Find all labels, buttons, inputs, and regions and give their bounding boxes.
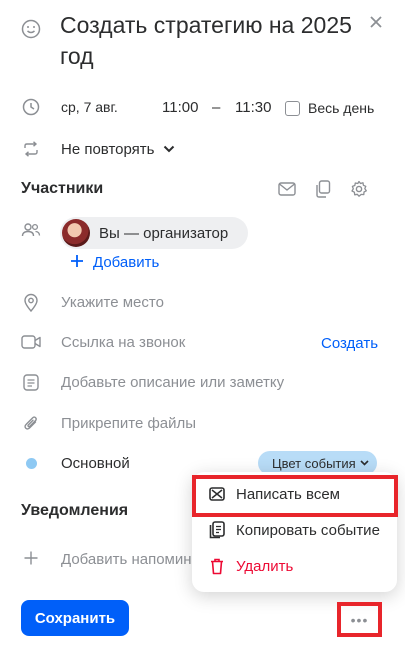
call-link-label: Ссылка на звонок — [61, 334, 186, 351]
mail-icon[interactable] — [277, 179, 297, 199]
menu-item-copy-event[interactable]: Копировать событие — [192, 512, 397, 548]
add-reminder-link[interactable]: Добавить напомин — [61, 551, 191, 568]
chevron-down-icon — [360, 458, 370, 468]
save-button[interactable]: Сохранить — [21, 600, 129, 636]
description-input[interactable]: Добавьте описание или заметку — [61, 374, 284, 391]
people-icon — [21, 221, 41, 239]
trash-icon — [208, 557, 226, 575]
avatar — [62, 219, 90, 247]
all-day-checkbox[interactable] — [285, 101, 300, 116]
calendar-color-dot — [26, 458, 37, 469]
event-date[interactable]: ср, 7 авг. — [61, 99, 118, 115]
menu-item-delete[interactable]: Удалить — [192, 548, 397, 584]
menu-item-label: Удалить — [236, 557, 294, 575]
clock-icon — [21, 97, 41, 117]
participants-heading: Участники — [21, 180, 104, 197]
chevron-down-icon[interactable] — [162, 142, 176, 156]
close-icon[interactable] — [364, 10, 388, 34]
event-title[interactable]: Создать стратегию на 2025 год — [60, 10, 360, 72]
emoji-icon[interactable] — [20, 18, 42, 40]
paperclip-icon — [22, 413, 40, 433]
repeat-select[interactable]: Не повторять — [61, 141, 154, 158]
time-separator: – — [212, 99, 221, 116]
video-camera-icon — [21, 334, 41, 350]
all-day-label: Весь день — [308, 100, 375, 116]
copy-document-icon — [208, 521, 226, 539]
gear-icon[interactable] — [349, 179, 369, 199]
copy-icon[interactable] — [313, 179, 333, 199]
note-icon — [22, 373, 40, 391]
plus-icon[interactable] — [23, 550, 39, 566]
repeat-icon — [21, 139, 41, 159]
highlight-box — [192, 475, 398, 517]
plus-icon[interactable] — [68, 252, 86, 270]
more-button[interactable]: ••• — [337, 602, 382, 637]
menu-item-label: Копировать событие — [236, 521, 380, 539]
more-dots-icon: ••• — [350, 611, 369, 628]
notifications-heading: Уведомления — [21, 502, 129, 519]
event-time-start[interactable]: 11:00 — [162, 99, 198, 116]
organizer-label: Вы — организатор — [99, 225, 229, 242]
calendar-select[interactable]: Основной — [61, 455, 130, 472]
event-time-end[interactable]: 11:30 — [235, 99, 271, 116]
attach-files-link[interactable]: Прикрепите файлы — [61, 415, 196, 432]
add-participant-link[interactable]: Добавить — [93, 254, 159, 271]
location-pin-icon — [22, 292, 40, 312]
location-input[interactable]: Укажите место — [61, 294, 164, 311]
create-call-link[interactable]: Создать — [321, 335, 378, 352]
event-color-label: Цвет события — [272, 455, 356, 471]
